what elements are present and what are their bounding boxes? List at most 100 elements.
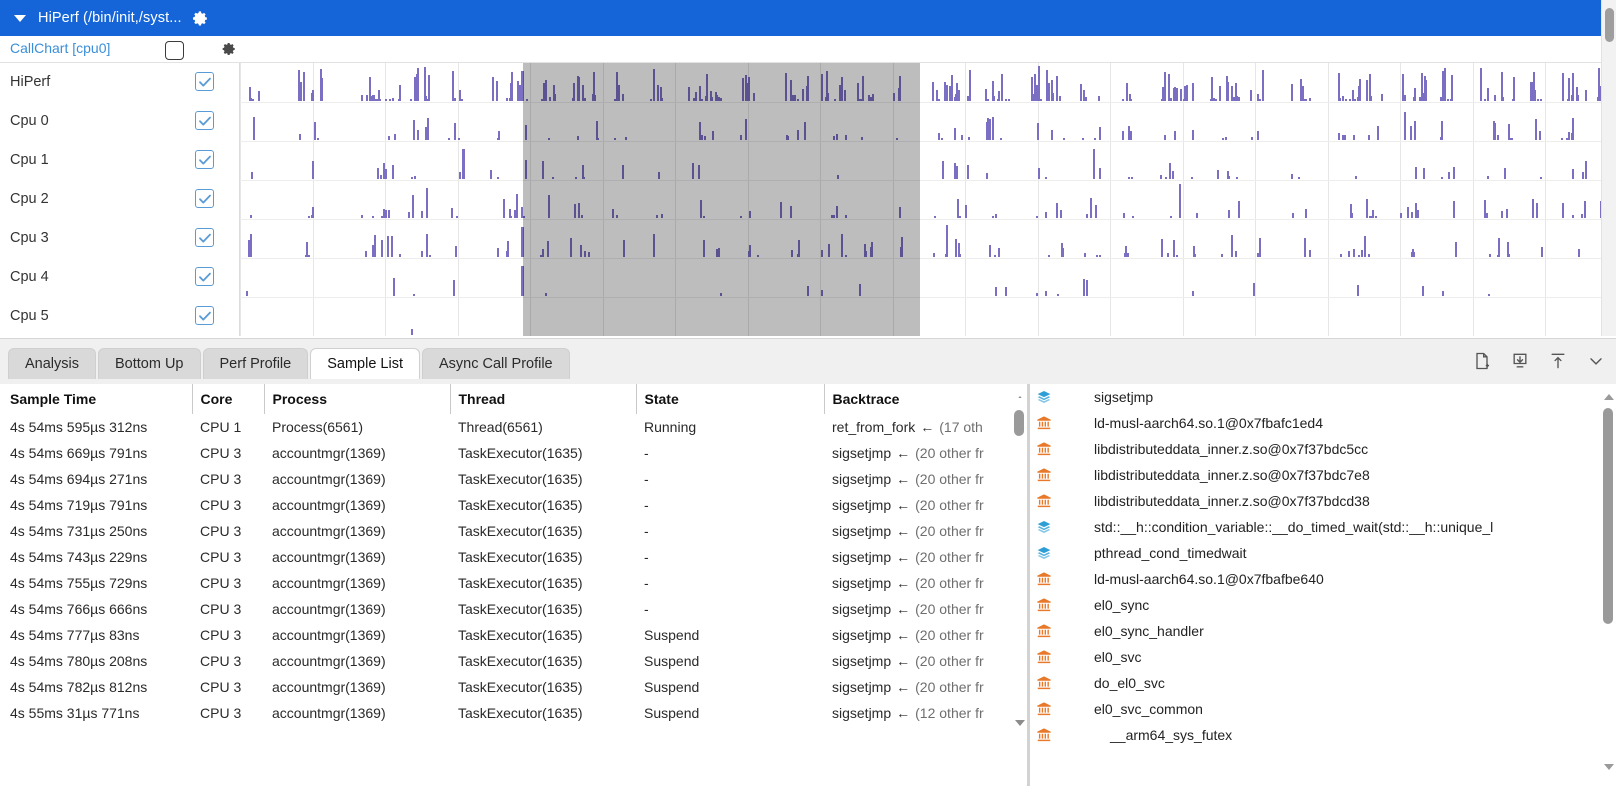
table-row[interactable]: 4s 54ms 743µs 229nsCPU 3accountmgr(1369)…: [0, 544, 1027, 570]
tab-sample-list[interactable]: Sample List: [310, 348, 420, 379]
scroll-down-arrow-icon[interactable]: [1604, 764, 1614, 770]
table-row[interactable]: 4s 54ms 782µs 812nsCPU 3accountmgr(1369)…: [0, 674, 1027, 700]
sample-bar: [1167, 253, 1169, 257]
cell-core: CPU 3: [192, 622, 264, 648]
track-checkbox[interactable]: [195, 72, 214, 91]
backtrace-frame-row[interactable]: sigsetjmp: [1030, 384, 1600, 410]
table-row[interactable]: 4s 54ms 595µs 312nsCPU 1Process(6561)Thr…: [0, 414, 1027, 440]
sample-bar: [414, 77, 416, 101]
sample-bar: [1061, 243, 1063, 257]
column-header-backtrace[interactable]: Backtrace: [824, 384, 1027, 414]
backtrace-frame-row[interactable]: std::__h::condition_variable::__do_timed…: [1030, 514, 1600, 540]
backtrace-frame-row[interactable]: libdistributeddata_inner.z.so@0x7f37bdc7…: [1030, 462, 1600, 488]
table-row[interactable]: 4s 54ms 766µs 666nsCPU 3accountmgr(1369)…: [0, 596, 1027, 622]
cell-backtrace: sigsetjmp←(20 other fr: [824, 596, 1027, 622]
table-row[interactable]: 4s 54ms 719µs 791nsCPU 3accountmgr(1369)…: [0, 492, 1027, 518]
sample-bar: [394, 134, 396, 140]
upload-line-icon[interactable]: [1548, 351, 1568, 371]
column-header-core[interactable]: Core: [192, 384, 264, 414]
backtrace-frame-row[interactable]: el0_sync_handler: [1030, 618, 1600, 644]
backtrace-frame-row[interactable]: ld-musl-aarch64.so.1@0x7fbafc1ed4: [1030, 410, 1600, 436]
backtrace-frame-label: el0_svc: [1058, 649, 1141, 665]
sample-bar: [1217, 170, 1219, 179]
sample-bar: [1487, 176, 1489, 179]
callchart-label[interactable]: CallChart [cpu0]: [10, 40, 110, 56]
scrollbar-track[interactable]: [1011, 398, 1026, 738]
table-row[interactable]: 4s 54ms 780µs 208nsCPU 3accountmgr(1369)…: [0, 648, 1027, 674]
sample-bar: [1172, 171, 1174, 179]
table-row[interactable]: 4s 55ms 31µs 771nsCPU 3accountmgr(1369)T…: [0, 700, 1027, 726]
table-row[interactable]: 4s 54ms 694µs 271nsCPU 3accountmgr(1369)…: [0, 466, 1027, 492]
column-header-thread[interactable]: Thread: [450, 384, 636, 414]
column-header-state[interactable]: State: [636, 384, 824, 414]
column-header-sample-time[interactable]: Sample Time: [0, 384, 192, 414]
tab-perf-profile[interactable]: Perf Profile: [203, 348, 309, 379]
timeline-vertical-scrollbar[interactable]: [1601, 0, 1616, 336]
cell-time: 4s 54ms 780µs 208ns: [0, 648, 192, 674]
sample-bar: [584, 98, 586, 101]
gear-icon[interactable]: [192, 10, 208, 26]
backtrace-scrollbar[interactable]: [1600, 384, 1616, 786]
bottom-panel-tabstrip: AnalysisBottom UpPerf ProfileSample List…: [0, 338, 1616, 384]
triangle-down-icon[interactable]: [14, 15, 26, 22]
track-checkbox[interactable]: [195, 228, 214, 247]
backtrace-frame-row[interactable]: el0_sync: [1030, 592, 1600, 618]
backtrace-detail-panel[interactable]: sigsetjmpld-musl-aarch64.so.1@0x7fbafc1e…: [1030, 384, 1600, 786]
sample-bar: [946, 225, 948, 257]
sample-bar: [969, 70, 971, 101]
backtrace-frame-row[interactable]: pthread_cond_timedwait: [1030, 540, 1600, 566]
sample-bar: [548, 195, 550, 218]
sample-bar: [303, 72, 305, 101]
backtrace-frame-row[interactable]: ld-musl-aarch64.so.1@0x7fbafbe640: [1030, 566, 1600, 592]
track-checkbox[interactable]: [195, 189, 214, 208]
sample-bar: [1442, 291, 1444, 296]
backtrace-frame-row[interactable]: libdistributeddata_inner.z.so@0x7f37bdc5…: [1030, 436, 1600, 462]
cell-time: 4s 55ms 31µs 771ns: [0, 700, 192, 726]
track-checkbox[interactable]: [195, 306, 214, 325]
cell-process: accountmgr(1369): [264, 518, 450, 544]
sample-bar: [506, 98, 508, 101]
download-box-icon[interactable]: [1510, 351, 1530, 371]
new-file-icon[interactable]: [1472, 351, 1492, 371]
sample-bar: [946, 85, 948, 102]
tab-analysis[interactable]: Analysis: [8, 348, 96, 379]
table-row[interactable]: 4s 54ms 755µs 729nsCPU 3accountmgr(1369)…: [0, 570, 1027, 596]
track-checkbox[interactable]: [195, 267, 214, 286]
sample-list-table-wrapper[interactable]: Sample TimeCoreProcessThreadStateBacktra…: [0, 384, 1027, 786]
backtrace-frame-row[interactable]: do_el0_svc: [1030, 670, 1600, 696]
chevron-down-icon[interactable]: [1586, 351, 1606, 371]
backtrace-frame-label: libdistributeddata_inner.z.so@0x7f37bdcd…: [1058, 493, 1370, 509]
scroll-down-arrow-icon[interactable]: [1015, 720, 1025, 726]
scrollbar-thumb[interactable]: [1605, 8, 1614, 42]
sample-bar: [1498, 238, 1500, 257]
sample-list-scrollbar[interactable]: [1010, 384, 1027, 786]
scroll-up-arrow-icon[interactable]: [1604, 394, 1614, 400]
column-header-process[interactable]: Process: [264, 384, 450, 414]
sample-bar: [1238, 209, 1240, 218]
callchart-gear-icon[interactable]: [221, 41, 237, 62]
cell-thread: TaskExecutor(1635): [450, 674, 636, 700]
backtrace-frame-row[interactable]: el0_svc_common: [1030, 696, 1600, 722]
sample-bar: [1226, 76, 1228, 101]
backtrace-frame-row[interactable]: libdistributeddata_inner.z.so@0x7f37bdcd…: [1030, 488, 1600, 514]
backtrace-frame-row[interactable]: __arm64_sys_futex: [1030, 722, 1600, 748]
track-checkbox[interactable]: [195, 150, 214, 169]
callchart-checkbox[interactable]: [165, 41, 184, 60]
backtrace-head: sigsetjmp: [832, 679, 891, 695]
sample-bar: [861, 137, 863, 140]
sample-bar: [369, 78, 371, 101]
scrollbar-thumb[interactable]: [1603, 408, 1613, 624]
backtrace-frame-row[interactable]: el0_svc: [1030, 644, 1600, 670]
timeline-plot[interactable]: [240, 63, 1616, 336]
tab-async-call-profile[interactable]: Async Call Profile: [422, 348, 570, 379]
scrollbar-thumb[interactable]: [1014, 410, 1024, 436]
sample-bar: [506, 251, 508, 257]
table-row[interactable]: 4s 54ms 777µs 83nsCPU 3accountmgr(1369)T…: [0, 622, 1027, 648]
backtrace-frame-label: pthread_cond_timedwait: [1058, 545, 1247, 561]
track-checkbox[interactable]: [195, 111, 214, 130]
sample-bar: [461, 99, 463, 101]
tab-bottom-up[interactable]: Bottom Up: [98, 348, 201, 379]
track-name: Cpu 0: [10, 113, 49, 129]
table-row[interactable]: 4s 54ms 731µs 250nsCPU 3accountmgr(1369)…: [0, 518, 1027, 544]
table-row[interactable]: 4s 54ms 669µs 791nsCPU 3accountmgr(1369)…: [0, 440, 1027, 466]
